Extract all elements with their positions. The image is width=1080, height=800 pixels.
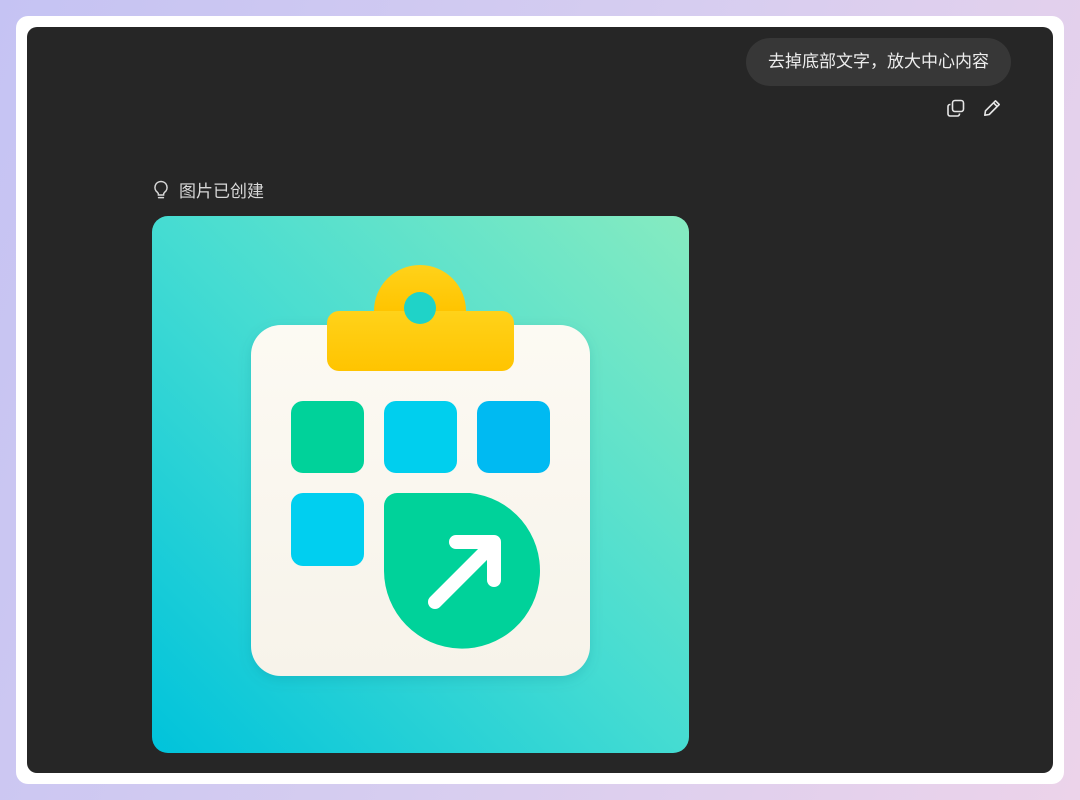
clipboard-calendar-icon-art (152, 216, 689, 753)
grid-tile-cyan (384, 401, 457, 473)
image-created-status: 图片已创建 (153, 177, 264, 202)
grid-tile-blue (477, 401, 550, 473)
edit-icon[interactable] (981, 97, 1003, 119)
grid-tile-cyan-2 (291, 493, 364, 566)
lightbulb-icon (153, 179, 173, 201)
copy-icon[interactable] (945, 97, 967, 119)
user-message-bubble: 去掉底部文字，放大中心内容 (746, 38, 1011, 86)
grid-tile-green (291, 401, 364, 473)
status-text: 图片已创建 (179, 182, 264, 202)
clip-hole (404, 292, 436, 324)
chat-panel: 去掉底部文字，放大中心内容 图片已创建 (27, 27, 1053, 773)
message-actions (945, 97, 1003, 119)
generated-image[interactable] (152, 216, 689, 753)
